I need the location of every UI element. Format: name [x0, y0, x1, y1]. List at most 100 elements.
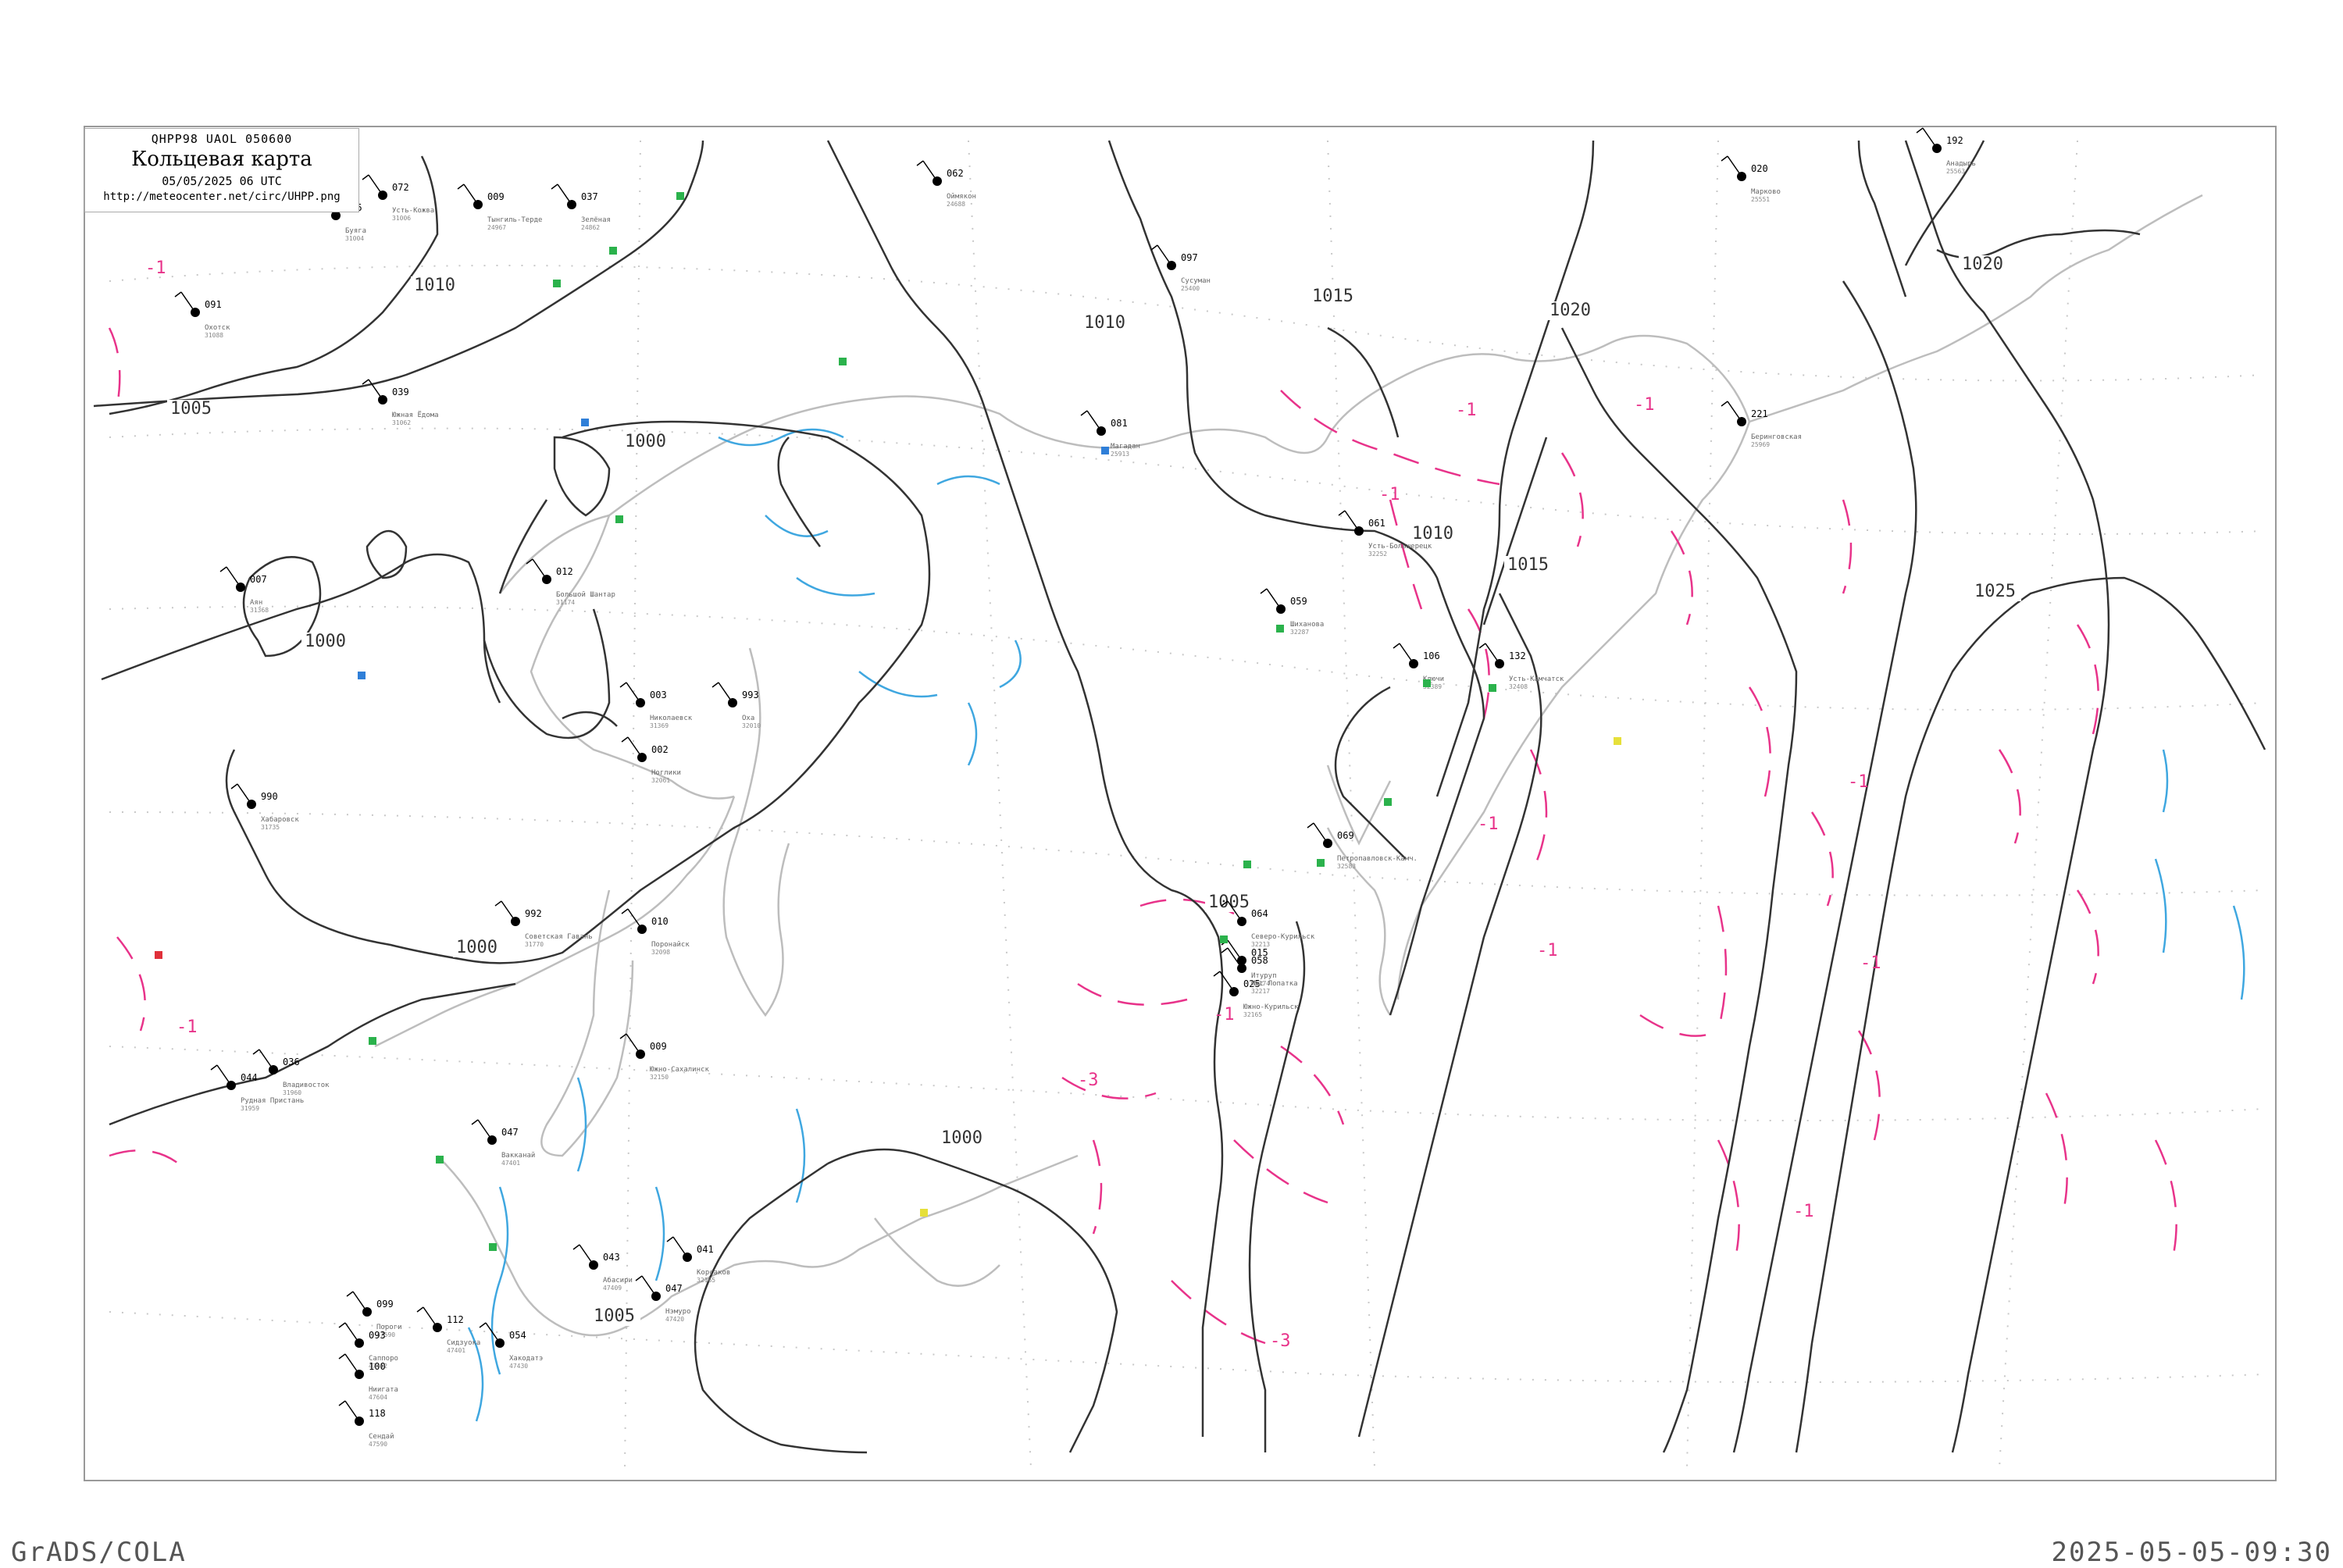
weather-marker-icon — [1317, 859, 1325, 867]
wind-barb-icon — [1478, 643, 1486, 649]
wind-barb-icon — [252, 1049, 260, 1055]
station-name: Владивосток — [283, 1082, 330, 1089]
wind-barb-icon — [423, 1306, 438, 1328]
station-name: Марково — [1751, 188, 1781, 196]
weather-marker-icon — [358, 672, 366, 679]
wind-barb-icon — [1157, 244, 1172, 266]
station-name: Сусуман — [1181, 277, 1211, 285]
station-plot: 003 Николаевск31369 — [619, 682, 693, 729]
wind-barb-icon — [666, 1236, 674, 1242]
wind-barb-icon — [635, 1275, 643, 1281]
wind-barb-icon — [1221, 947, 1229, 953]
wind-barb-icon — [1080, 410, 1088, 416]
station-name: Усть-Камчатск — [1509, 675, 1564, 683]
wind-barb-icon — [1086, 410, 1102, 432]
station-pressure: 061 — [1368, 518, 1385, 529]
isobar-label: 1000 — [941, 1128, 982, 1148]
station-id: 31770 — [525, 941, 544, 948]
station-id: 31735 — [261, 824, 280, 831]
station-plot: 062 Оймякон24688 — [916, 160, 976, 208]
station-id: 31960 — [283, 1089, 301, 1096]
station-plot: 039 Южная Ёдома31062 — [362, 379, 439, 426]
wind-barb-icon — [621, 736, 629, 743]
station-name: Беринговская — [1751, 433, 1802, 441]
station-id: 31369 — [650, 722, 669, 729]
wind-barb-icon — [237, 783, 252, 805]
wind-barb-icon — [230, 783, 238, 789]
weather-marker-icon — [676, 192, 684, 200]
station-pressure: 020 — [1751, 163, 1768, 174]
station-name: Южно-Сахалинск — [650, 1066, 709, 1074]
station-plot: 047 Вакканай47401 — [471, 1119, 535, 1167]
station-id: 25563 — [1946, 168, 1965, 175]
weather-marker-icon — [920, 1209, 928, 1217]
station-pressure: 039 — [392, 387, 409, 397]
weather-marker-icon — [489, 1243, 497, 1251]
station-id: 31368 — [250, 607, 269, 614]
station-pressure: 036 — [283, 1057, 300, 1067]
station-pressure: 106 — [1423, 650, 1440, 661]
station-pressure: 990 — [261, 791, 278, 802]
station-pressure: 069 — [1337, 830, 1354, 841]
wind-barb-icon — [922, 160, 938, 182]
wind-barb-icon — [344, 1400, 360, 1422]
weather-marker-icon — [155, 951, 162, 959]
weather-marker-icon — [1220, 935, 1228, 943]
wind-barb-icon — [368, 174, 383, 196]
map-url[interactable]: http://meteocenter.net/circ/UHPP.png — [85, 191, 358, 203]
station-id: 31174 — [556, 599, 575, 606]
footer-software: GrADS/COLA — [11, 1537, 187, 1568]
station-name: Шиханова — [1290, 621, 1324, 629]
station-name: Большой Шантар — [556, 591, 615, 599]
tendency-label: -1 — [1456, 401, 1477, 420]
weather-marker-icon — [615, 515, 623, 523]
wind-barb-icon — [1213, 971, 1221, 977]
isobar-label: 1005 — [594, 1306, 635, 1326]
surface-analysis-map: 1010100510001000100010051000100510101015… — [84, 126, 2277, 1481]
wind-barb-icon — [626, 1033, 641, 1055]
tendency-label: -1 — [1634, 395, 1655, 415]
wind-barb-icon — [471, 1119, 479, 1125]
wind-barb-icon — [579, 1244, 594, 1266]
weather-marker-icon — [1276, 625, 1284, 633]
station-pressure: 100 — [369, 1361, 386, 1372]
wind-barb-icon — [494, 900, 502, 907]
station-pressure: 192 — [1946, 135, 1963, 146]
wind-barb-icon — [463, 184, 479, 205]
wind-barb-icon — [1399, 643, 1414, 665]
wind-barb-icon — [532, 558, 547, 580]
tendency-label: -3 — [1078, 1071, 1099, 1090]
isobars — [93, 140, 2266, 1454]
wind-barb-icon — [711, 682, 719, 688]
station-name: Оха — [742, 715, 754, 722]
station-id: 47604 — [369, 1394, 387, 1401]
map-datetime: 05/05/2025 06 UTC — [162, 174, 282, 188]
wind-barb-icon — [1721, 401, 1728, 407]
weather-marker-icon — [1243, 861, 1251, 868]
station-pressure: 093 — [369, 1330, 386, 1341]
station-name: Южно-Курильск — [1243, 1003, 1299, 1011]
station-name: Сендай — [369, 1433, 394, 1441]
station-id: 24967 — [487, 224, 506, 231]
station-pressure: 054 — [509, 1330, 526, 1341]
isobar-label: 1000 — [456, 938, 497, 957]
wind-barb-icon — [416, 1306, 424, 1313]
station-id: 32010 — [742, 722, 761, 729]
weather-marker-icon — [369, 1037, 376, 1045]
tendency-label: -1 — [145, 258, 166, 278]
wind-barb-icon — [621, 908, 629, 914]
weather-marker-icon — [1614, 737, 1621, 745]
wind-barb-icon — [557, 184, 572, 205]
tendency-label: -1 — [177, 1017, 198, 1037]
wind-barb-icon — [1338, 510, 1346, 516]
station-name: Анадырь — [1946, 160, 1976, 168]
station-plot: 037 Зелёная24862 — [551, 184, 611, 231]
station-name: Мыс Лопатка — [1251, 980, 1298, 988]
wind-barb-icon — [1721, 155, 1728, 162]
wind-barb-icon — [259, 1049, 274, 1071]
station-id: 32098 — [651, 949, 670, 956]
wind-barb-icon — [477, 1119, 493, 1141]
weather-marker-icon — [1423, 679, 1431, 687]
station-id: 47401 — [447, 1347, 465, 1354]
station-plot: 012 Большой Шантар31174 — [526, 558, 615, 606]
